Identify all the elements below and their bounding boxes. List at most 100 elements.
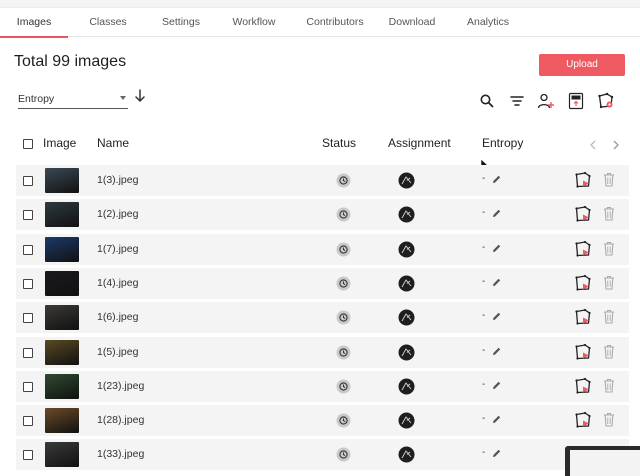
filter-icon[interactable] <box>508 92 526 110</box>
row-checkbox[interactable] <box>23 348 33 358</box>
row-checkbox[interactable] <box>23 245 33 255</box>
image-thumbnail[interactable] <box>45 202 79 227</box>
annotate-icon[interactable] <box>574 411 592 429</box>
image-thumbnail[interactable] <box>45 271 79 296</box>
image-name[interactable]: 1(7).jpeg <box>97 243 138 255</box>
pencil-icon[interactable] <box>491 414 502 425</box>
tab-contributors[interactable]: Contributors <box>294 8 376 37</box>
table-header: Image Name Status Assignment Entropy <box>0 134 640 154</box>
pencil-icon[interactable] <box>491 243 502 254</box>
assignee-avatar-icon[interactable] <box>398 172 415 189</box>
image-name[interactable]: 1(2).jpeg <box>97 208 138 220</box>
image-name[interactable]: 1(5).jpeg <box>97 346 138 358</box>
column-header-entropy[interactable]: Entropy <box>482 136 523 150</box>
annotate-icon[interactable] <box>574 240 592 258</box>
image-name[interactable]: 1(6).jpeg <box>97 311 138 323</box>
trash-icon[interactable] <box>603 412 615 427</box>
tab-analytics[interactable]: Analytics <box>448 8 528 37</box>
upload-button[interactable]: Upload <box>539 54 625 76</box>
trash-icon[interactable] <box>603 172 615 187</box>
row-checkbox[interactable] <box>23 176 33 186</box>
entropy-value: - <box>482 447 486 458</box>
image-thumbnail[interactable] <box>45 168 79 193</box>
column-header-status[interactable]: Status <box>322 136 356 150</box>
image-thumbnail[interactable] <box>45 340 79 365</box>
status-clock-icon <box>336 207 351 222</box>
tab-classes[interactable]: Classes <box>68 8 148 37</box>
table-row[interactable]: 1(7).jpeg - <box>16 234 629 265</box>
table-row[interactable]: 1(3).jpeg - <box>16 165 629 196</box>
arrow-down-icon[interactable] <box>133 88 147 104</box>
pencil-icon[interactable] <box>491 346 502 357</box>
row-checkbox[interactable] <box>23 279 33 289</box>
row-checkbox[interactable] <box>23 450 33 460</box>
pencil-icon[interactable] <box>491 311 502 322</box>
image-thumbnail[interactable] <box>45 374 79 399</box>
pencil-icon[interactable] <box>491 448 502 459</box>
table-row[interactable]: 1(4).jpeg - <box>16 268 629 299</box>
search-icon[interactable] <box>478 92 496 110</box>
row-checkbox[interactable] <box>23 416 33 426</box>
assignee-avatar-icon[interactable] <box>398 446 415 463</box>
add-user-icon[interactable] <box>537 92 555 110</box>
assignee-avatar-icon[interactable] <box>398 344 415 361</box>
annotate-icon[interactable] <box>574 205 592 223</box>
table-row[interactable]: 1(28).jpeg - <box>16 405 629 436</box>
image-name[interactable]: 1(3).jpeg <box>97 174 138 186</box>
chevron-left-icon[interactable] <box>587 138 599 152</box>
annotate-icon[interactable] <box>574 308 592 326</box>
row-checkbox[interactable] <box>23 313 33 323</box>
tab-images[interactable]: Images <box>0 8 68 38</box>
image-name[interactable]: 1(33).jpeg <box>97 448 144 460</box>
assignee-avatar-icon[interactable] <box>398 412 415 429</box>
pencil-icon[interactable] <box>491 174 502 185</box>
trash-icon[interactable] <box>603 241 615 256</box>
tab-workflow[interactable]: Workflow <box>214 8 294 37</box>
image-thumbnail[interactable] <box>45 305 79 330</box>
column-header-assignment[interactable]: Assignment <box>388 136 451 150</box>
pencil-icon[interactable] <box>491 277 502 288</box>
tab-download[interactable]: Download <box>376 8 448 37</box>
annotation-settings-icon[interactable] <box>597 92 615 110</box>
entropy-value: - <box>482 207 486 218</box>
select-all-checkbox[interactable] <box>23 139 33 149</box>
row-checkbox[interactable] <box>23 210 33 220</box>
status-clock-icon <box>336 310 351 325</box>
annotate-icon[interactable] <box>574 274 592 292</box>
assignee-avatar-icon[interactable] <box>398 241 415 258</box>
trash-icon[interactable] <box>603 275 615 290</box>
image-name[interactable]: 1(4).jpeg <box>97 277 138 289</box>
annotate-icon[interactable] <box>574 343 592 361</box>
tab-settings[interactable]: Settings <box>148 8 214 37</box>
image-name[interactable]: 1(28).jpeg <box>97 414 144 426</box>
trash-icon[interactable] <box>603 378 615 393</box>
entropy-value: - <box>482 413 486 424</box>
trash-icon[interactable] <box>603 309 615 324</box>
table-row[interactable]: 1(33).jpeg - <box>16 439 629 470</box>
assignee-avatar-icon[interactable] <box>398 206 415 223</box>
entropy-value: - <box>482 242 486 253</box>
annotate-icon[interactable] <box>574 377 592 395</box>
assignee-avatar-icon[interactable] <box>398 378 415 395</box>
image-thumbnail[interactable] <box>45 408 79 433</box>
annotate-icon[interactable] <box>574 171 592 189</box>
table-row[interactable]: 1(2).jpeg - <box>16 199 629 230</box>
pencil-icon[interactable] <box>491 380 502 391</box>
sort-by-select[interactable]: Entropy <box>18 91 128 109</box>
table-row[interactable]: 1(23).jpeg - <box>16 371 629 402</box>
assignee-avatar-icon[interactable] <box>398 309 415 326</box>
image-thumbnail[interactable] <box>45 442 79 467</box>
trash-icon[interactable] <box>603 344 615 359</box>
image-name[interactable]: 1(23).jpeg <box>97 380 144 392</box>
table-row[interactable]: 1(5).jpeg - <box>16 337 629 368</box>
chevron-right-icon[interactable] <box>610 138 622 152</box>
preview-thumbnail <box>565 446 640 476</box>
csv-upload-icon[interactable] <box>567 92 585 110</box>
pencil-icon[interactable] <box>491 208 502 219</box>
table-row[interactable]: 1(6).jpeg - <box>16 302 629 333</box>
column-header-name[interactable]: Name <box>97 136 129 150</box>
assignee-avatar-icon[interactable] <box>398 275 415 292</box>
image-thumbnail[interactable] <box>45 237 79 262</box>
row-checkbox[interactable] <box>23 382 33 392</box>
trash-icon[interactable] <box>603 206 615 221</box>
